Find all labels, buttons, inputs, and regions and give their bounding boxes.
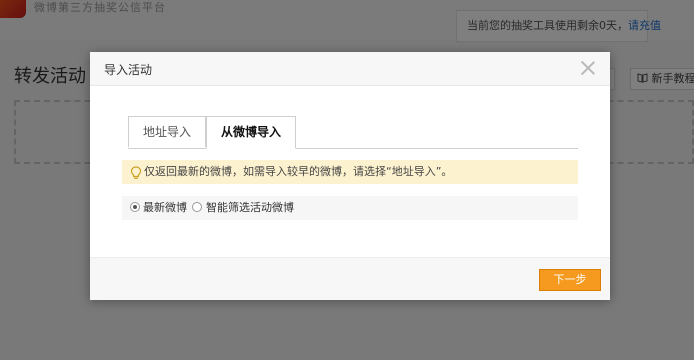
next-step-button[interactable]: 下一步 [539, 269, 601, 291]
dialog-header: 导入活动 [90, 52, 610, 86]
import-tabs: 地址导入 从微博导入 [128, 116, 578, 149]
tip-text: 仅返回最新的微博，如需导入较早的微博，请选择“地址导入”。 [144, 165, 453, 178]
close-icon[interactable] [580, 60, 596, 76]
lightbulb-icon [130, 165, 142, 179]
tab-weibo-import[interactable]: 从微博导入 [206, 116, 296, 149]
weibo-filter-options: 最新微博 智能筛选活动微博 [122, 196, 578, 220]
dialog-footer: 下一步 [90, 257, 610, 300]
tab-address-import[interactable]: 地址导入 [128, 116, 206, 147]
import-activity-dialog: 导入活动 地址导入 从微博导入 仅返回最新的微博，如需导入较早的微博，请选择“地… [90, 52, 610, 300]
radio-smart-filter[interactable] [192, 202, 202, 212]
radio-latest-weibo[interactable] [130, 202, 140, 212]
dialog-title: 导入活动 [104, 63, 153, 77]
tip-bar: 仅返回最新的微博，如需导入较早的微博，请选择“地址导入”。 [122, 160, 578, 184]
radio-label-latest[interactable]: 最新微博 [143, 196, 187, 220]
radio-label-smart-filter[interactable]: 智能筛选活动微博 [206, 196, 294, 220]
